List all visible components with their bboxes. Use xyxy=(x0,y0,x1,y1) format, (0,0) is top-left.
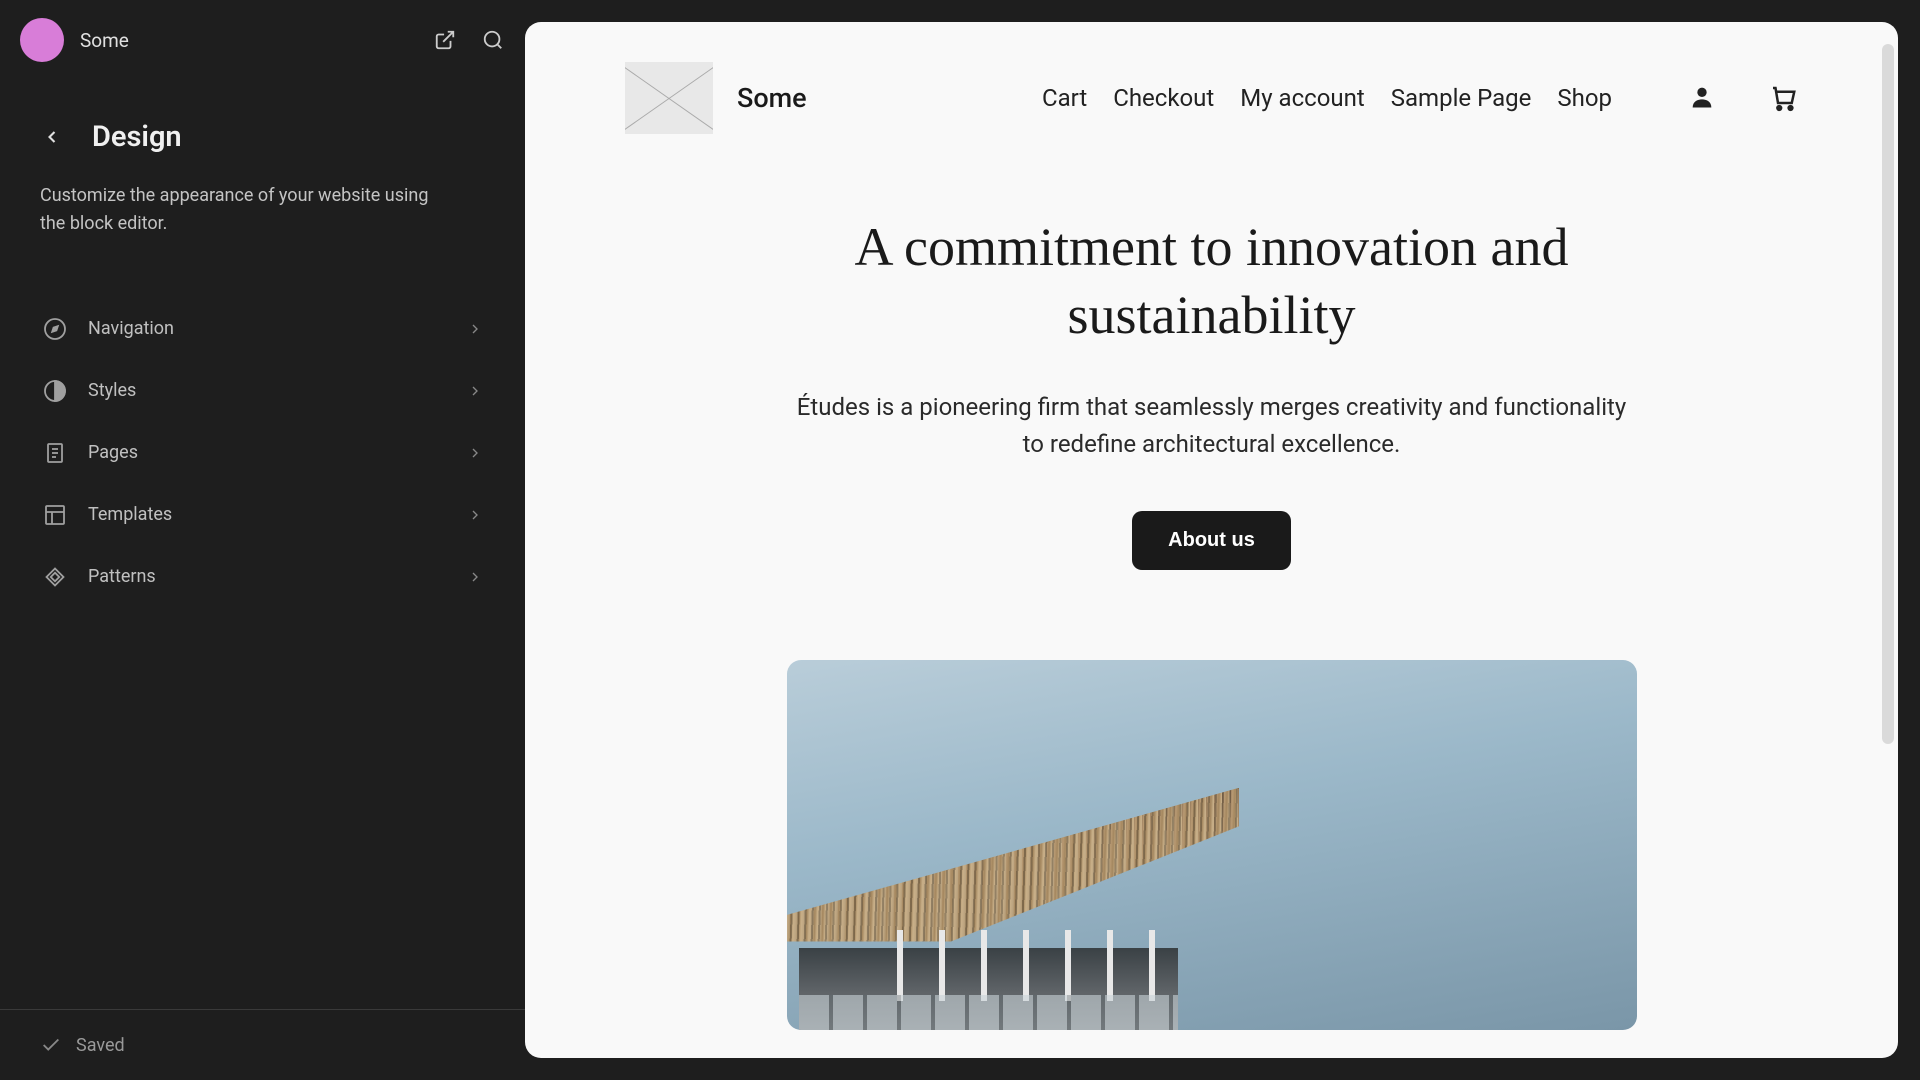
diamond-icon xyxy=(42,564,68,590)
about-us-button[interactable]: About us xyxy=(1132,511,1291,570)
nav-item-shop[interactable]: Shop xyxy=(1557,84,1612,112)
check-icon xyxy=(40,1034,62,1056)
hero-image xyxy=(787,660,1637,1030)
nav-item-sample[interactable]: Sample Page xyxy=(1391,84,1532,112)
menu-item-templates[interactable]: Templates xyxy=(22,484,503,546)
menu-item-navigation[interactable]: Navigation xyxy=(22,298,503,360)
building-graphic xyxy=(787,734,1399,1030)
half-circle-icon xyxy=(42,378,68,404)
hero-title: A commitment to innovation and sustainab… xyxy=(787,214,1637,349)
menu-item-pages[interactable]: Pages xyxy=(22,422,503,484)
user-icon[interactable] xyxy=(1688,83,1718,113)
design-description: Customize the appearance of your website… xyxy=(40,182,485,238)
menu-label: Navigation xyxy=(88,318,447,339)
site-title[interactable]: Some xyxy=(737,82,807,114)
nav-icons xyxy=(1688,83,1798,113)
page-icon xyxy=(42,440,68,466)
hero-subtitle: Études is a pioneering firm that seamles… xyxy=(787,389,1637,463)
compass-icon xyxy=(42,316,68,342)
site-avatar[interactable] xyxy=(20,18,64,62)
chevron-right-icon xyxy=(467,445,483,461)
back-arrow-icon[interactable] xyxy=(40,125,64,149)
menu-label: Styles xyxy=(88,380,447,401)
menu-label: Pages xyxy=(88,442,447,463)
chevron-right-icon xyxy=(467,569,483,585)
nav-item-cart[interactable]: Cart xyxy=(1042,84,1087,112)
page-title: Design xyxy=(92,120,182,154)
search-icon[interactable] xyxy=(481,28,505,52)
site-header: Some Cart Checkout My account Sample Pag… xyxy=(625,62,1798,134)
header-icons xyxy=(433,28,505,52)
menu-item-patterns[interactable]: Patterns xyxy=(22,546,503,608)
menu-label: Patterns xyxy=(88,566,447,587)
cart-icon[interactable] xyxy=(1768,83,1798,113)
sidebar-footer: Saved xyxy=(0,1009,525,1080)
saved-status: Saved xyxy=(76,1035,125,1056)
sidebar: Some Desig xyxy=(0,0,525,1080)
scrollbar[interactable] xyxy=(1882,44,1894,744)
design-header-row: Design xyxy=(40,120,485,154)
layout-icon xyxy=(42,502,68,528)
site-name: Some xyxy=(80,29,417,52)
menu-item-styles[interactable]: Styles xyxy=(22,360,503,422)
design-section: Design Customize the appearance of your … xyxy=(0,80,525,258)
preview-panel: Some Cart Checkout My account Sample Pag… xyxy=(525,0,1920,1080)
menu-label: Templates xyxy=(88,504,447,525)
nav-menu: Cart Checkout My account Sample Page Sho… xyxy=(1042,83,1798,113)
chevron-right-icon xyxy=(467,321,483,337)
nav-item-account[interactable]: My account xyxy=(1240,84,1364,112)
site-logo-placeholder[interactable] xyxy=(625,62,713,134)
menu-list: Navigation Styles xyxy=(0,258,525,608)
chevron-right-icon xyxy=(467,383,483,399)
nav-item-checkout[interactable]: Checkout xyxy=(1113,84,1214,112)
preview-frame[interactable]: Some Cart Checkout My account Sample Pag… xyxy=(525,22,1898,1058)
hero: A commitment to innovation and sustainab… xyxy=(787,214,1637,1030)
sidebar-header: Some xyxy=(0,0,525,80)
preview-content: Some Cart Checkout My account Sample Pag… xyxy=(525,22,1898,1058)
chevron-right-icon xyxy=(467,507,483,523)
external-link-icon[interactable] xyxy=(433,28,457,52)
